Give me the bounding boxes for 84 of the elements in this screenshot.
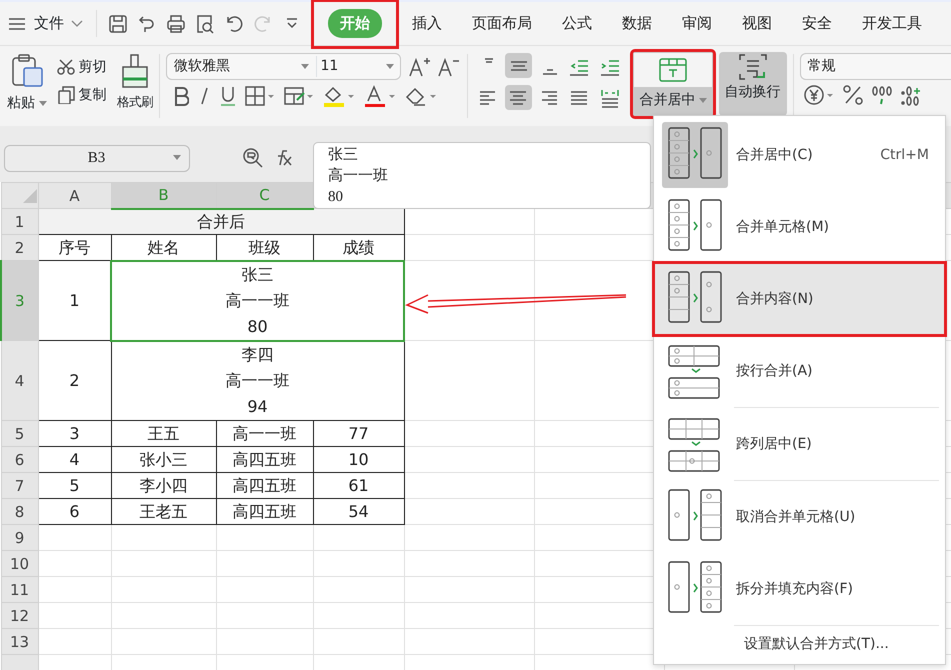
header-cell: 序号 bbox=[38, 234, 111, 260]
row-header[interactable]: 5 bbox=[1, 420, 38, 446]
row-header[interactable]: 9 bbox=[1, 524, 38, 550]
table-cell: 高一一班 bbox=[216, 420, 313, 446]
merge-menu-item[interactable]: 拆分并填充内容(F) bbox=[654, 553, 945, 625]
merge-menu-item[interactable]: 合并单元格(M) bbox=[654, 191, 945, 263]
table-cell: 10 bbox=[313, 446, 404, 472]
row-header[interactable]: 11 bbox=[1, 576, 38, 602]
table-cell: 61 bbox=[313, 472, 404, 498]
table-cell: 高四五班 bbox=[216, 472, 313, 498]
decrease-font-icon[interactable] bbox=[437, 56, 459, 78]
caret-icon bbox=[38, 100, 46, 106]
font-color-icon[interactable] bbox=[363, 84, 397, 108]
ribbon-tab[interactable]: 安全 bbox=[787, 0, 847, 46]
font-name-select[interactable]: 微软雅黑 11 bbox=[166, 53, 401, 80]
table-cell: 高四五班 bbox=[216, 446, 313, 472]
merge-menu-item[interactable]: 按行合并(A) bbox=[654, 335, 945, 407]
save-icon[interactable] bbox=[106, 12, 128, 34]
zoom-icon[interactable] bbox=[242, 147, 264, 169]
row-header[interactable]: 2 bbox=[1, 234, 38, 260]
ribbon-tab[interactable]: 公式 bbox=[547, 0, 607, 46]
row-header[interactable]: 7 bbox=[1, 472, 38, 498]
table-cell: 6 bbox=[38, 498, 111, 524]
currency-icon[interactable] bbox=[803, 84, 835, 106]
table-cell: 张小三 bbox=[111, 446, 216, 472]
fill-pattern-icon[interactable] bbox=[283, 84, 315, 106]
ribbon-tab[interactable]: 审阅 bbox=[667, 0, 727, 46]
table-cell: 4 bbox=[38, 446, 111, 472]
row-header[interactable]: 10 bbox=[1, 550, 38, 576]
table-cell: 高四五班 bbox=[216, 498, 313, 524]
merge-menu-item[interactable]: 取消合并单元格(U) bbox=[654, 481, 945, 553]
row-header[interactable]: 1 bbox=[1, 208, 38, 234]
merge-menu-item[interactable]: 合并居中(C) Ctrl+M bbox=[654, 119, 945, 191]
row-header[interactable]: 13 bbox=[1, 628, 38, 654]
caret-icon bbox=[386, 64, 394, 69]
merge-cells-icon bbox=[658, 56, 688, 84]
ribbon-tab[interactable]: 页面布局 bbox=[457, 0, 547, 46]
wrap-text-button[interactable]: 自动换行 bbox=[718, 52, 786, 116]
increase-font-icon[interactable] bbox=[408, 56, 430, 78]
table-cell: 54 bbox=[313, 498, 404, 524]
merge-menu-item[interactable]: 跨列居中(E) bbox=[654, 408, 945, 480]
scissors-icon bbox=[57, 58, 75, 76]
bold-icon[interactable] bbox=[173, 86, 189, 106]
percent-icon[interactable] bbox=[842, 84, 864, 106]
merged-cell[interactable]: 张三 高一一班 80 bbox=[111, 260, 404, 340]
merge-center-button[interactable]: 合并居中 bbox=[631, 50, 715, 118]
merge-menu-item[interactable]: 合并内容(N) bbox=[654, 263, 945, 335]
copy-button[interactable]: 复制 bbox=[57, 84, 106, 106]
ribbon-tab[interactable]: 视图 bbox=[727, 0, 787, 46]
format-painter-button[interactable]: 格式刷 bbox=[117, 92, 153, 111]
table-cell: 5 bbox=[38, 472, 111, 498]
formula-content-field[interactable]: 张三 高一一班 80 bbox=[313, 142, 651, 209]
name-box[interactable]: B3 bbox=[4, 144, 190, 172]
row-header[interactable]: 12 bbox=[1, 602, 38, 628]
borders-icon[interactable] bbox=[244, 84, 276, 106]
row-header[interactable]: 8 bbox=[1, 498, 38, 524]
table-cell: 3 bbox=[38, 420, 111, 446]
ribbon-tab[interactable]: 插入 bbox=[397, 0, 457, 46]
chevron-down-icon bbox=[71, 20, 83, 28]
table-cell: 2 bbox=[38, 340, 111, 420]
row-header[interactable]: 4 bbox=[1, 340, 38, 420]
caret-icon bbox=[698, 98, 707, 103]
caret-icon bbox=[301, 64, 309, 69]
table-cell: 77 bbox=[313, 420, 404, 446]
merge-menu-item[interactable]: 设置默认合并方式(T)... bbox=[654, 626, 945, 662]
ribbon-tab[interactable]: 开发工具 bbox=[847, 0, 937, 46]
table-cell: 李小四 bbox=[111, 472, 216, 498]
column-header[interactable]: A bbox=[38, 182, 111, 208]
merged-title-cell: 合并后 bbox=[38, 208, 404, 234]
cut-button[interactable]: 剪切 bbox=[57, 56, 106, 78]
file-menu[interactable]: 文件 bbox=[34, 12, 83, 35]
row-header[interactable]: 6 bbox=[1, 446, 38, 472]
table-cell: 王老五 bbox=[111, 498, 216, 524]
ribbon-tab[interactable]: 数据 bbox=[607, 0, 667, 46]
underline-icon[interactable] bbox=[219, 84, 237, 106]
menu-icon[interactable] bbox=[7, 16, 27, 32]
thousands-separator-icon[interactable] bbox=[871, 84, 893, 106]
table-cell: 王五 bbox=[111, 420, 216, 446]
wrap-text-icon bbox=[738, 52, 768, 82]
copy-icon bbox=[57, 86, 75, 104]
printer-icon[interactable] bbox=[164, 12, 186, 34]
merged-cell[interactable]: 李四 高一一班 94 bbox=[111, 340, 404, 420]
paste-button[interactable]: 粘贴 bbox=[7, 92, 46, 114]
number-format-select[interactable]: 常规 bbox=[800, 53, 951, 80]
